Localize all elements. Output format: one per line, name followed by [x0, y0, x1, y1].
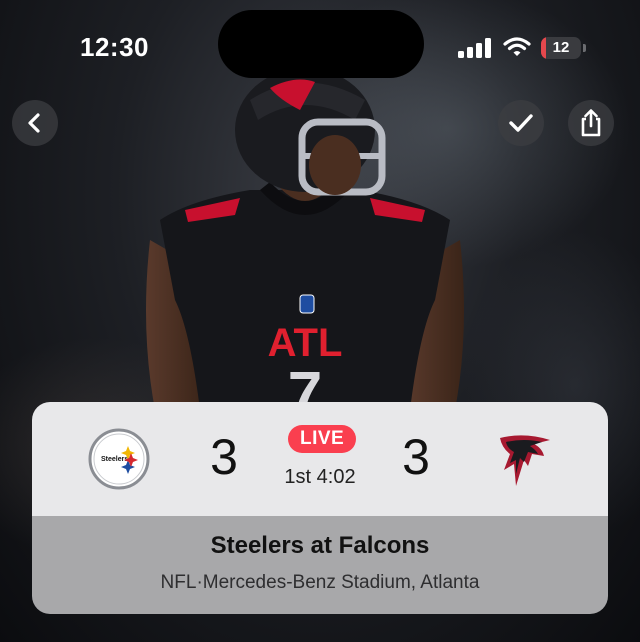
home-score: 3 [210, 429, 238, 485]
game-clock: 1st 4:02 [284, 466, 356, 488]
jersey-text: ATL [268, 321, 343, 365]
chevron-left-icon [28, 113, 40, 133]
done-button[interactable]: Done [498, 100, 544, 146]
battery-cap [583, 44, 586, 52]
checkmark-icon [509, 114, 533, 132]
battery-body: 12 [541, 37, 581, 59]
league-label: NFL [160, 572, 197, 593]
live-game-screen: ATL 7 12:30 12 Back [0, 0, 640, 642]
status-bar: 12:30 12 [0, 0, 640, 96]
cellular-signal-icon [458, 38, 491, 58]
scoreboard: Steelers 3 LIVE 1st 4:02 3 [32, 402, 608, 516]
wifi-icon [503, 37, 531, 56]
status-time: 12:30 [80, 32, 149, 62]
svg-text:Steelers: Steelers [101, 456, 128, 463]
player-photo: ATL 7 [146, 70, 464, 410]
game-info: Steelers at Falcons NFL·Mercedes-Benz St… [32, 516, 608, 614]
battery-icon: 12 [541, 37, 587, 59]
battery-level: 12 [552, 39, 570, 56]
steelers-logo: Steelers [88, 428, 150, 490]
falcons-logo [500, 435, 550, 486]
live-badge: LIVE [288, 425, 357, 453]
venue-label: Mercedes-Benz Stadium, Atlanta [202, 572, 480, 593]
back-button[interactable]: Back [12, 100, 58, 146]
away-score: 3 [402, 429, 430, 485]
matchup-title: Steelers at Falcons [210, 532, 430, 559]
dynamic-island [218, 10, 424, 78]
share-icon [581, 109, 601, 137]
venue-line: NFL·Mercedes-Benz Stadium, Atlanta [32, 572, 608, 594]
share-button[interactable]: Share [568, 100, 614, 146]
live-score-card[interactable]: Steelers 3 LIVE 1st 4:02 3 Steelers at F… [32, 402, 608, 614]
